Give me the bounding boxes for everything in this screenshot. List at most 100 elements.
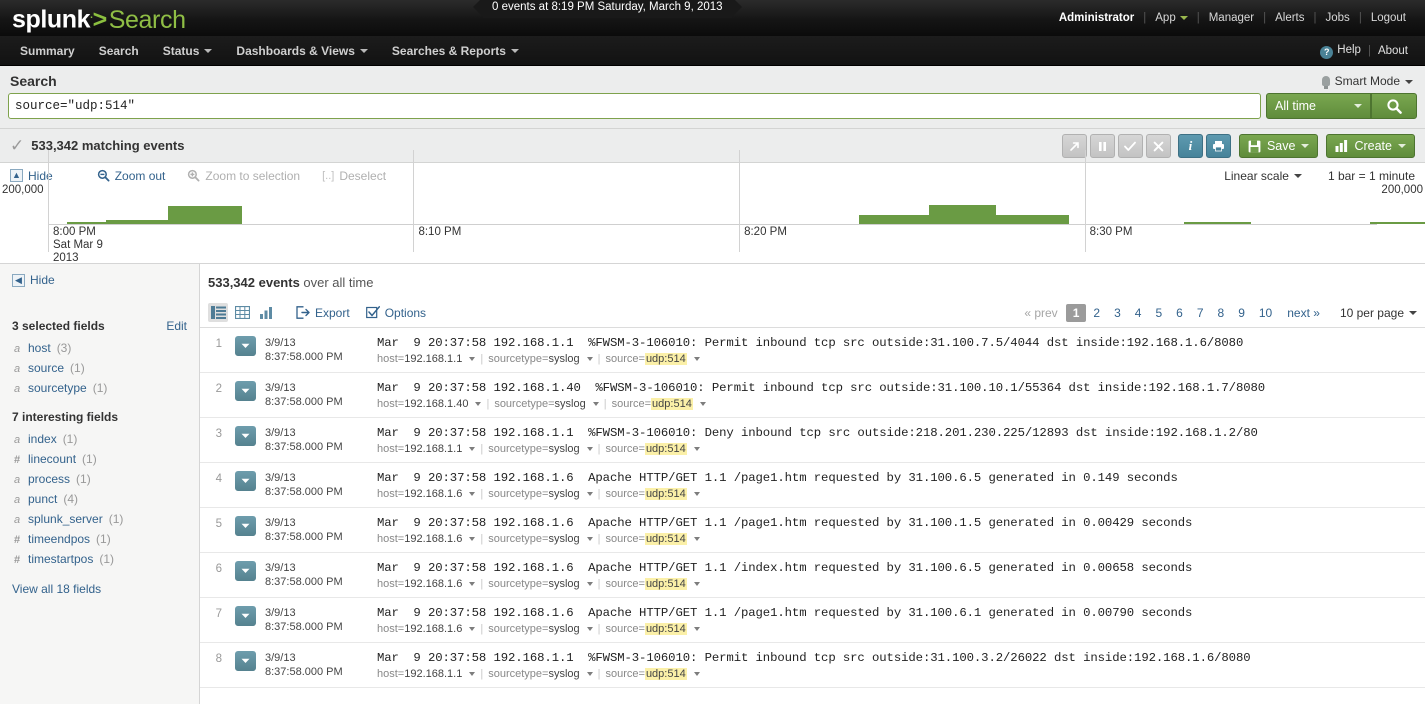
sidebar-field-index[interactable]: aindex(1) [12,429,187,449]
list-view-icon[interactable] [208,303,228,322]
chevron-down-icon[interactable] [469,627,475,631]
per-page-selector[interactable]: 10 per page [1340,306,1417,320]
nav-item-alerts[interactable]: Alerts [1266,12,1313,24]
pagination-prev[interactable]: « prev [1017,304,1064,322]
event-field-source[interactable]: source=udp:514 [605,578,686,590]
event-expand-button[interactable] [235,561,256,581]
event-field-source[interactable]: source=udp:514 [612,398,693,410]
menu-item-dashboards-and-views[interactable]: Dashboards & Views [224,44,380,58]
chevron-down-icon[interactable] [469,582,475,586]
chevron-down-icon[interactable] [469,672,475,676]
pagination-page-6[interactable]: 6 [1169,304,1190,322]
chevron-down-icon[interactable] [587,492,593,496]
timeline-bar[interactable] [859,215,929,224]
timeline-bar[interactable] [106,220,167,224]
event-field-host[interactable]: host=192.168.1.1 [377,668,462,680]
chevron-down-icon[interactable] [694,447,700,451]
sidebar-field-sourcetype[interactable]: asourcetype(1) [12,378,187,398]
pagination-page-2[interactable]: 2 [1086,304,1107,322]
field-name[interactable]: index [28,432,57,446]
field-name[interactable]: timestartpos [28,552,93,566]
timeline-bar[interactable] [67,222,107,224]
timeline-bar[interactable] [1184,222,1250,224]
chart-view-icon[interactable] [256,303,276,322]
pagination-page-5[interactable]: 5 [1148,304,1169,322]
event-field-source[interactable]: source=udp:514 [605,353,686,365]
event-field-source[interactable]: source=udp:514 [605,623,686,635]
event-field-host[interactable]: host=192.168.1.1 [377,443,462,455]
time-range-picker[interactable]: All time [1266,93,1371,119]
print-button[interactable] [1206,134,1231,158]
cancel-button[interactable] [1146,134,1171,158]
event-field-sourcetype[interactable]: sourcetype=syslog [488,443,579,455]
table-view-icon[interactable] [232,303,252,322]
deselect-button[interactable]: [..]Deselect [322,169,386,183]
chevron-down-icon[interactable] [475,402,481,406]
pagination-page-1[interactable]: 1 [1066,304,1087,322]
event-expand-button[interactable] [235,651,256,671]
field-name[interactable]: host [28,341,51,355]
nav-item-logout[interactable]: Logout [1362,12,1415,24]
save-button[interactable]: Save [1239,134,1319,158]
search-submit-button[interactable] [1371,93,1417,119]
chevron-down-icon[interactable] [700,402,706,406]
splunk-logo[interactable]: splunk.>Search [12,3,186,32]
sidebar-hide-button[interactable]: ◀Hide [12,273,187,287]
zoom-out-button[interactable]: Zoom out [97,169,166,183]
event-field-source[interactable]: source=udp:514 [605,443,686,455]
event-field-host[interactable]: host=192.168.1.1 [377,353,462,365]
zoom-to-selection-button[interactable]: Zoom to selection [187,169,300,183]
field-name[interactable]: punct [28,492,57,506]
field-name[interactable]: sourcetype [28,381,87,395]
job-info-button[interactable]: i [1178,134,1203,158]
timeline-bar[interactable] [996,215,1069,224]
event-expand-button[interactable] [235,336,256,356]
event-field-sourcetype[interactable]: sourcetype=syslog [488,353,579,365]
event-field-host[interactable]: host=192.168.1.6 [377,623,462,635]
event-field-host[interactable]: host=192.168.1.6 [377,578,462,590]
pause-button[interactable] [1090,134,1115,158]
chevron-down-icon[interactable] [587,357,593,361]
field-name[interactable]: splunk_server [28,512,103,526]
nav-item-jobs[interactable]: Jobs [1317,12,1359,24]
nav-item-app[interactable]: App [1146,12,1196,24]
chevron-down-icon[interactable] [469,357,475,361]
field-name[interactable]: timeendpos [28,532,90,546]
event-field-source[interactable]: source=udp:514 [605,668,686,680]
sidebar-field-timeendpos[interactable]: #timeendpos(1) [12,529,187,549]
sidebar-field-punct[interactable]: apunct(4) [12,489,187,509]
chevron-down-icon[interactable] [469,447,475,451]
timeline-hide-button[interactable]: ▲Hide [10,169,53,183]
chevron-down-icon[interactable] [469,537,475,541]
menu-item-search[interactable]: Search [87,44,151,58]
event-field-source[interactable]: source=udp:514 [605,488,686,500]
sidebar-field-process[interactable]: aprocess(1) [12,469,187,489]
timeline-chart[interactable]: 200,000 200,000 8:00 PMSat Mar 920138:10… [0,188,1425,264]
search-input[interactable] [8,93,1261,119]
field-name[interactable]: source [28,361,64,375]
event-field-sourcetype[interactable]: sourcetype=syslog [494,398,585,410]
timeline-bar[interactable] [168,206,242,224]
pagination-page-10[interactable]: 10 [1252,304,1279,322]
event-expand-button[interactable] [235,381,256,401]
chevron-down-icon[interactable] [694,357,700,361]
chevron-down-icon[interactable] [694,537,700,541]
view-all-fields-link[interactable]: View all 18 fields [12,582,187,596]
chevron-down-icon[interactable] [593,402,599,406]
pagination-page-4[interactable]: 4 [1128,304,1149,322]
timeline-bar[interactable] [1370,222,1425,224]
event-field-host[interactable]: host=192.168.1.6 [377,533,462,545]
field-name[interactable]: process [28,472,70,486]
chevron-down-icon[interactable] [469,492,475,496]
event-field-sourcetype[interactable]: sourcetype=syslog [488,488,579,500]
event-expand-button[interactable] [235,606,256,626]
about-link[interactable]: About [1371,45,1415,57]
event-field-sourcetype[interactable]: sourcetype=syslog [488,533,579,545]
sidebar-field-source[interactable]: asource(1) [12,358,187,378]
send-to-background-button[interactable] [1062,134,1087,158]
scale-selector[interactable]: Linear scale [1224,169,1302,183]
sidebar-field-linecount[interactable]: #linecount(1) [12,449,187,469]
event-field-sourcetype[interactable]: sourcetype=syslog [488,578,579,590]
event-expand-button[interactable] [235,516,256,536]
chevron-down-icon[interactable] [694,492,700,496]
